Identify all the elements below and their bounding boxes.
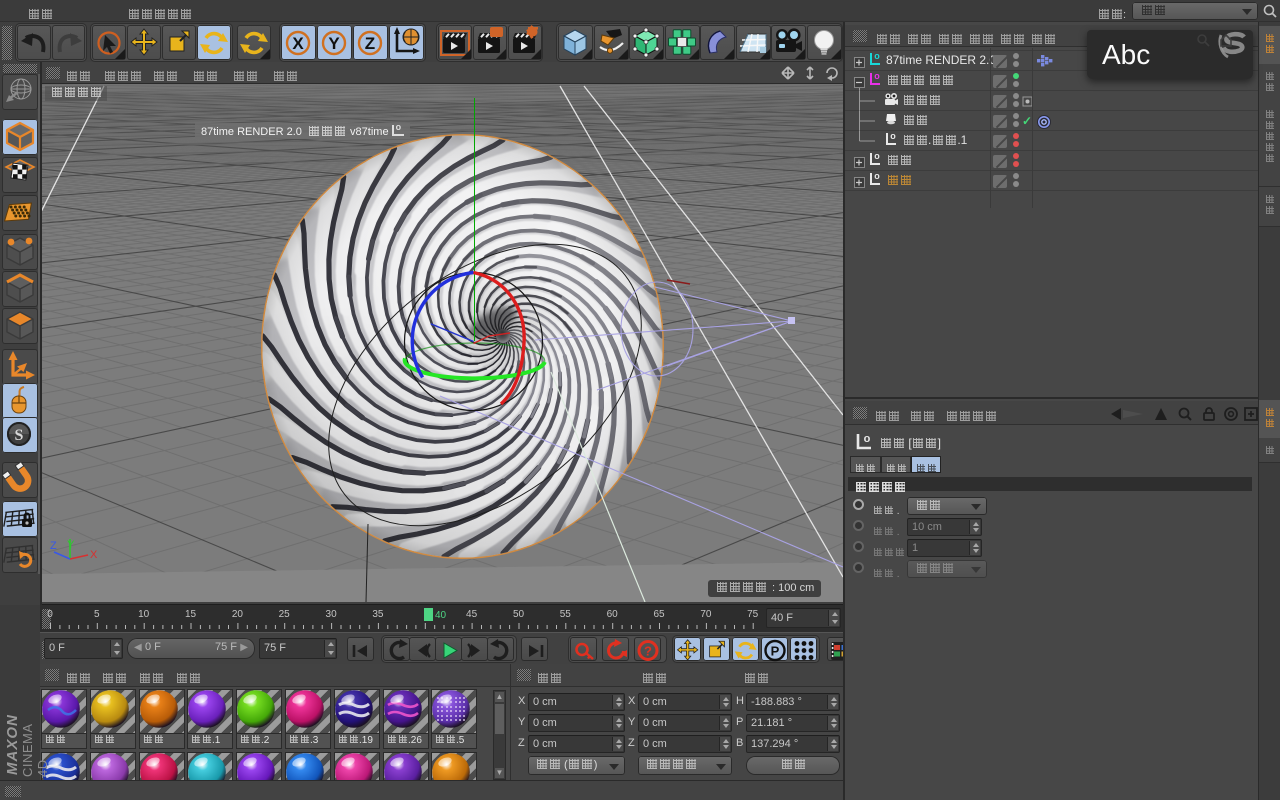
svg-text:50: 50: [513, 609, 525, 620]
svg-text:5: 5: [94, 609, 100, 620]
svg-text:35: 35: [372, 609, 384, 620]
svg-text:o: o: [864, 433, 871, 445]
svg-text:o: o: [874, 51, 880, 61]
svg-text:Y: Y: [328, 34, 340, 53]
svg-text:75: 75: [747, 609, 759, 620]
svg-text:55: 55: [560, 609, 572, 620]
svg-text:0: 0: [47, 609, 53, 620]
svg-text:Y: Y: [67, 539, 75, 551]
svg-text:45: 45: [466, 609, 478, 620]
svg-text:Z: Z: [50, 540, 57, 552]
svg-text:60: 60: [607, 609, 619, 620]
svg-text:30: 30: [326, 609, 338, 620]
svg-text:o: o: [874, 71, 880, 81]
svg-text:65: 65: [653, 609, 665, 620]
svg-text:15: 15: [185, 609, 197, 620]
svg-text:70: 70: [700, 609, 712, 620]
svg-text:X: X: [90, 549, 98, 561]
svg-text:10: 10: [138, 609, 150, 620]
svg-text:25: 25: [279, 609, 291, 620]
svg-text:S: S: [15, 427, 24, 444]
svg-text:o: o: [874, 171, 880, 181]
svg-text:o: o: [890, 131, 896, 141]
svg-text:X: X: [292, 34, 304, 53]
svg-text:?: ?: [644, 644, 652, 659]
svg-text:o: o: [874, 151, 880, 161]
svg-text:Z: Z: [365, 34, 375, 53]
svg-text:20: 20: [232, 609, 244, 620]
svg-text:P: P: [771, 644, 780, 659]
svg-text:40: 40: [435, 610, 447, 621]
